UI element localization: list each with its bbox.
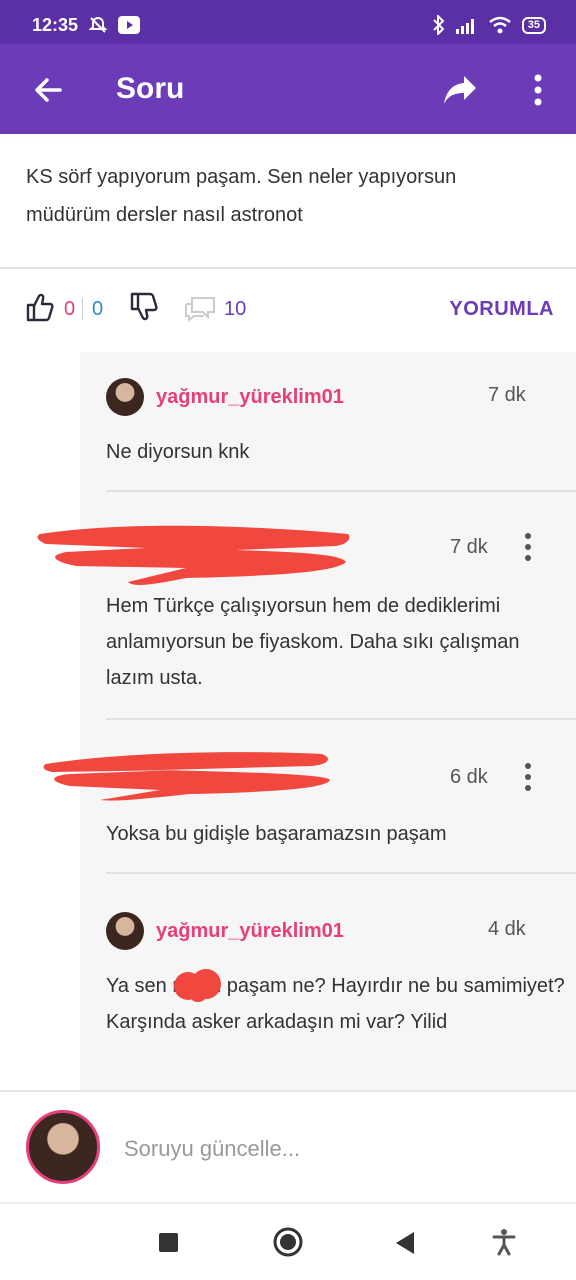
nav-back-icon[interactable] bbox=[394, 1230, 416, 1256]
wifi-icon bbox=[488, 16, 511, 34]
redaction-mark bbox=[37, 525, 350, 585]
comment-username[interactable]: yağmur_yüreklim01 bbox=[156, 920, 344, 943]
redaction-mark bbox=[174, 969, 221, 1002]
do-not-disturb-icon bbox=[88, 16, 108, 33]
signal-icon bbox=[455, 19, 474, 34]
comment-body: Ne diyorsun knk bbox=[106, 441, 250, 463]
youtube-icon bbox=[118, 16, 140, 34]
comment-time: 7 dk bbox=[450, 536, 488, 558]
comment-button[interactable]: YORUMLA bbox=[449, 298, 554, 321]
like-count-secondary: 0 bbox=[92, 298, 104, 320]
count-separator bbox=[82, 298, 83, 320]
comment-time: 7 dk bbox=[488, 384, 526, 406]
status-bar: 12:35 35 bbox=[0, 0, 576, 44]
page-title: Soru bbox=[116, 72, 185, 105]
more-vert-icon[interactable] bbox=[526, 72, 550, 108]
comment-body: Hem Türkçe çalışıyorsun hem de dedikleri… bbox=[106, 595, 520, 689]
comment-menu-icon[interactable] bbox=[522, 762, 534, 792]
avatar[interactable] bbox=[106, 912, 144, 950]
recents-icon[interactable] bbox=[159, 1233, 178, 1252]
system-nav-bar bbox=[0, 1204, 576, 1280]
thumbs-up-icon[interactable] bbox=[26, 292, 54, 322]
comment-separator bbox=[106, 718, 576, 720]
comment-username[interactable]: yağmur_yüreklim01 bbox=[156, 386, 344, 409]
share-icon[interactable] bbox=[442, 74, 478, 106]
comments-panel[interactable]: yağmur_yüreklim01 7 dk Ne diyorsun knk 7… bbox=[80, 352, 576, 1090]
home-icon[interactable] bbox=[272, 1226, 304, 1258]
comment-count: 10 bbox=[224, 298, 247, 320]
accessibility-icon[interactable] bbox=[492, 1228, 516, 1256]
back-arrow-icon[interactable] bbox=[30, 72, 66, 108]
thumbs-down-icon[interactable] bbox=[130, 292, 158, 322]
question-text: KS sörf yapıyorum paşam. Sen neler yapıy… bbox=[26, 166, 457, 226]
update-question-input[interactable]: Soruyu güncelle... bbox=[124, 1136, 300, 1162]
action-row: 0 0 10 YORUMLA bbox=[0, 288, 576, 334]
comment-time: 6 dk bbox=[450, 766, 488, 788]
avatar[interactable] bbox=[106, 378, 144, 416]
redaction-mark bbox=[43, 752, 331, 801]
status-time: 12:35 bbox=[32, 15, 79, 35]
app-bar: Soru bbox=[0, 44, 576, 134]
comment-body: Yoksa bu gidişle başaramazsın paşam bbox=[106, 823, 447, 845]
user-avatar[interactable] bbox=[26, 1110, 100, 1184]
comments-icon[interactable] bbox=[184, 296, 216, 322]
comment-separator bbox=[106, 490, 576, 492]
status-right-icons: 35 bbox=[432, 15, 546, 35]
bluetooth-icon bbox=[433, 15, 445, 35]
battery-icon: 35 bbox=[521, 16, 546, 34]
divider bbox=[0, 1090, 576, 1092]
comment-time: 4 dk bbox=[488, 918, 526, 940]
like-count: 0 bbox=[64, 298, 76, 320]
status-left-icons bbox=[88, 15, 140, 35]
comment-menu-icon[interactable] bbox=[522, 532, 534, 562]
divider bbox=[0, 267, 576, 269]
comment-separator bbox=[106, 872, 576, 874]
